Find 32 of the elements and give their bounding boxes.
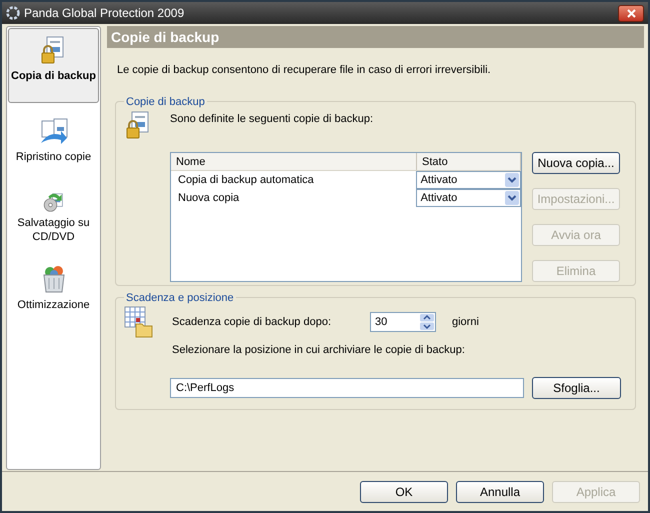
group-title: Copie di backup <box>125 94 206 110</box>
sidebar-item[interactable]: Copia di backup <box>8 28 99 103</box>
location-label: Selezionare la posizione in cui archiviare le copie di backup: <box>172 343 466 358</box>
spinner-arrows-icon <box>420 314 434 330</box>
push-button[interactable]: Nuova copia... <box>532 152 620 174</box>
column-header[interactable]: Nome <box>171 153 417 170</box>
table-cell-text: Nuova copia <box>177 190 240 206</box>
intro-text: Sono definite le seguenti copie di backup: <box>170 112 374 127</box>
section-header: Copie di backup <box>107 26 644 48</box>
column-header[interactable]: Stato <box>417 153 521 170</box>
expiry-label: Scadenza copie di backup dopo: <box>172 314 332 330</box>
path-field[interactable]: C:\PerfLogs <box>170 378 524 398</box>
gear-icon <box>6 6 20 20</box>
close-button[interactable] <box>618 4 644 22</box>
status-dropdown[interactable]: Attivato <box>416 171 521 189</box>
chevron-down-icon <box>505 191 519 205</box>
sidebar-item[interactable]: Ripristino copie <box>8 111 99 176</box>
push-button[interactable]: OK <box>360 480 448 502</box>
sidebar-item[interactable]: Ottimizzazione <box>8 257 99 322</box>
chevron-down-icon <box>505 173 519 187</box>
sidebar-item[interactable]: Salvataggio su CD/DVD <box>8 184 99 249</box>
push-button[interactable]: Sfoglia... <box>532 376 621 398</box>
push-button[interactable]: Annulla <box>456 480 544 502</box>
group-title: Scadenza e posizione <box>125 290 235 306</box>
window-title: Panda Global Protection 2009 <box>24 5 184 22</box>
status-dropdown[interactable]: Attivato <box>416 189 521 207</box>
close-icon <box>626 8 636 18</box>
unit-label: giorni <box>452 314 479 330</box>
calendar-folder-icon <box>124 306 154 338</box>
description-text: Le copie di backup consentono di recuperare file in caso di errori irreversibili. <box>117 63 492 78</box>
table-cell-text: Copia di backup automatica <box>177 172 315 188</box>
days-spinner[interactable]: 30 <box>370 312 436 332</box>
